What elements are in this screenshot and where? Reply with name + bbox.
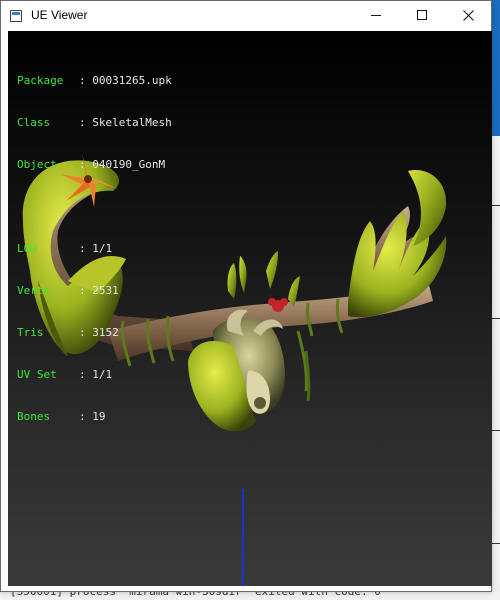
class-separator: : — [79, 116, 93, 129]
maximize-icon — [417, 10, 427, 20]
lod-separator: : — [79, 242, 93, 255]
object-value: 040190_GonM — [92, 158, 166, 171]
background-blue-strip — [492, 0, 500, 136]
class-label: Class — [17, 116, 51, 129]
ue-viewer-window[interactable]: UE Viewer Package: 00031265.upk Class:… — [0, 0, 492, 592]
bones-separator: : — [79, 410, 93, 423]
title-bar[interactable]: UE Viewer — [1, 1, 491, 31]
lod-value: 1/1 — [92, 242, 113, 255]
minimize-icon — [371, 15, 381, 16]
package-label: Package — [17, 74, 64, 87]
close-button[interactable] — [445, 1, 491, 31]
object-separator: : — [79, 158, 93, 171]
package-separator: : — [79, 74, 93, 87]
class-value: SkeletalMesh — [92, 116, 172, 129]
maximize-button[interactable] — [399, 1, 445, 31]
verts-label: Verts — [17, 284, 51, 297]
mesh-info-overlay: Package: 00031265.upk Class: SkeletalMes… — [17, 46, 172, 452]
bones-label: Bones — [17, 410, 51, 423]
bones-value: 19 — [92, 410, 106, 423]
z-axis-line — [242, 489, 244, 586]
tris-value: 3152 — [92, 326, 119, 339]
window-title: UE Viewer — [31, 8, 88, 22]
tris-label: Tris — [17, 326, 44, 339]
uvset-separator: : — [79, 368, 93, 381]
package-value: 00031265.upk — [92, 74, 172, 87]
tris-separator: : — [79, 326, 93, 339]
lod-label: LOD — [17, 242, 37, 255]
app-window-icon — [10, 10, 22, 22]
uvset-label: UV Set — [17, 368, 57, 381]
minimize-button[interactable] — [353, 1, 399, 31]
verts-separator: : — [79, 284, 93, 297]
object-label: Object — [17, 158, 57, 171]
uvset-value: 1/1 — [92, 368, 113, 381]
close-icon — [462, 10, 474, 21]
verts-value: 2531 — [92, 284, 119, 297]
3d-viewport[interactable]: Package: 00031265.upk Class: SkeletalMes… — [8, 31, 492, 586]
